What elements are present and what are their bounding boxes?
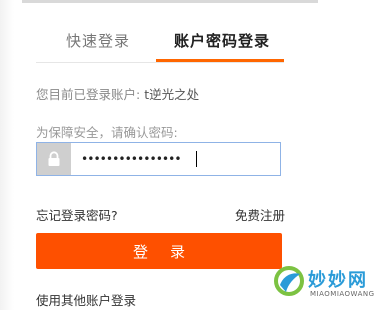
active-tab-indicator — [156, 59, 284, 62]
other-account-login-link[interactable]: 使用其他账户登录 — [36, 290, 136, 309]
current-account-username: t逆光之处 — [144, 87, 200, 102]
login-tabs: 快速登录 账户密码登录 — [36, 26, 284, 63]
lock-icon-cell — [37, 143, 71, 175]
login-button[interactable]: 登录 — [36, 233, 282, 269]
left-shadow — [0, 0, 14, 310]
tab-account-password-login[interactable]: 账户密码登录 — [174, 30, 270, 51]
watermark-logo-icon — [274, 266, 304, 296]
forgot-password-link[interactable]: 忘记登录密码? — [36, 205, 118, 224]
current-account-text: 您目前已登录账户: t逆光之处 — [36, 84, 199, 103]
lock-icon — [48, 151, 60, 166]
watermark: 妙妙网 MIAOMIAOWANG — [272, 258, 380, 310]
tab-quick-login[interactable]: 快速登录 — [66, 30, 130, 51]
watermark-text-cn: 妙妙网 — [308, 270, 368, 291]
password-input[interactable] — [81, 150, 271, 168]
current-account-prefix: 您目前已登录账户: — [36, 87, 145, 102]
watermark-text-en: MIAOMIAOWANG — [310, 290, 375, 298]
password-field[interactable] — [36, 142, 281, 176]
free-register-link[interactable]: 免费注册 — [235, 205, 285, 224]
password-hint: 为保障安全，请确认密码: — [36, 125, 178, 140]
panel-top-border — [22, 0, 318, 3]
text-caret — [196, 151, 197, 167]
